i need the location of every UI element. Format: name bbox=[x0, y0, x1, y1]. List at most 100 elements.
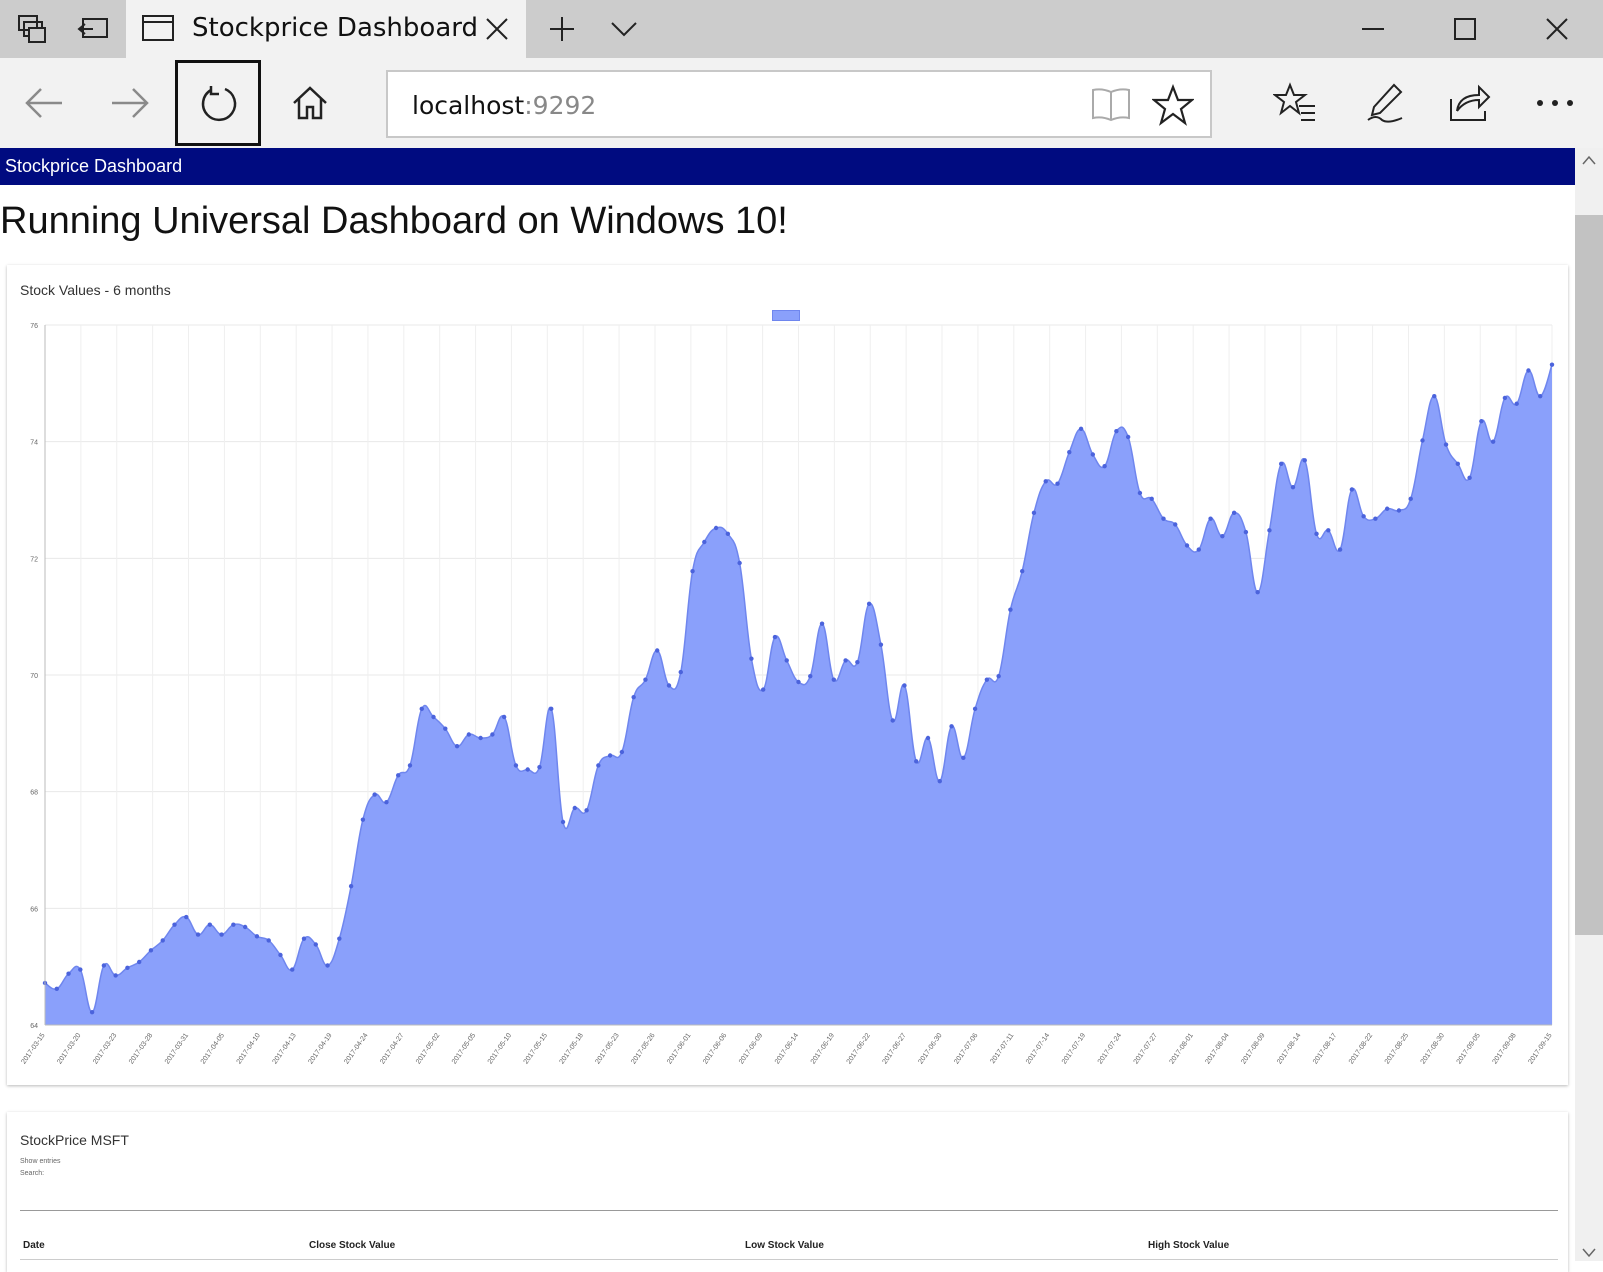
column-header-close[interactable]: Close Stock Value bbox=[309, 1240, 395, 1251]
data-point bbox=[1396, 508, 1402, 513]
scroll-up-icon[interactable] bbox=[1582, 152, 1596, 170]
x-tick-label: 2017-08-17 bbox=[1312, 1032, 1338, 1065]
data-point bbox=[961, 755, 966, 761]
data-point bbox=[1208, 516, 1213, 521]
data-point bbox=[1384, 506, 1390, 511]
data-point bbox=[1196, 547, 1201, 552]
data-point bbox=[136, 959, 142, 965]
data-point bbox=[1349, 487, 1355, 492]
url-input[interactable]: localhost:9292 bbox=[386, 70, 1212, 138]
data-point bbox=[549, 706, 554, 712]
x-tick-label: 2017-09-08 bbox=[1491, 1032, 1517, 1065]
chart-card: Stock Values - 6 months 64 66 68 70 72 74 76 20… bbox=[7, 265, 1568, 1085]
data-point bbox=[878, 642, 884, 647]
data-point bbox=[501, 714, 507, 720]
column-header-date[interactable]: Date bbox=[23, 1240, 45, 1251]
y-tick-label: 64 bbox=[30, 1023, 38, 1030]
x-tick-label: 2017-06-30 bbox=[917, 1032, 943, 1065]
tab-manager-icon[interactable] bbox=[10, 0, 54, 58]
table-header-divider bbox=[20, 1259, 1558, 1260]
search-label: Search: bbox=[20, 1170, 45, 1177]
x-tick-label: 2017-05-23 bbox=[594, 1032, 620, 1065]
data-point bbox=[1420, 438, 1425, 443]
back-arrow-icon[interactable] bbox=[20, 58, 68, 148]
data-point bbox=[560, 819, 566, 825]
x-tick-label: 2017-04-19 bbox=[307, 1032, 333, 1065]
scrollbar-thumb[interactable] bbox=[1575, 215, 1603, 935]
data-point bbox=[266, 938, 271, 943]
y-tick-label: 74 bbox=[30, 440, 38, 447]
data-point bbox=[478, 735, 483, 741]
data-point bbox=[490, 732, 495, 737]
data-point bbox=[525, 767, 530, 772]
refresh-button[interactable] bbox=[175, 60, 261, 146]
column-header-low[interactable]: Low Stock Value bbox=[745, 1240, 824, 1251]
data-point bbox=[914, 759, 919, 764]
data-point bbox=[1538, 393, 1543, 399]
navbar-title[interactable]: Stockprice Dashboard bbox=[5, 156, 182, 177]
favorites-hub-icon[interactable] bbox=[1270, 58, 1320, 148]
data-point bbox=[1078, 426, 1084, 432]
page-tab-icon bbox=[142, 14, 174, 47]
data-point bbox=[443, 726, 448, 731]
minimize-icon[interactable] bbox=[1348, 0, 1398, 58]
data-point bbox=[1455, 461, 1461, 467]
data-point bbox=[631, 694, 636, 700]
data-point bbox=[1161, 516, 1166, 521]
scroll-down-icon[interactable] bbox=[1582, 1245, 1596, 1263]
close-window-icon[interactable] bbox=[1532, 0, 1582, 58]
data-point bbox=[184, 914, 189, 920]
x-tick-label: 2017-04-27 bbox=[379, 1032, 405, 1065]
x-tick-label: 2017-03-28 bbox=[128, 1032, 154, 1065]
data-point bbox=[1408, 496, 1413, 502]
data-point bbox=[1314, 531, 1319, 537]
data-point bbox=[125, 965, 130, 971]
forward-arrow-icon[interactable] bbox=[106, 58, 154, 148]
tab-preview-chevron-down-icon[interactable] bbox=[602, 0, 646, 58]
data-point bbox=[784, 658, 789, 663]
share-icon[interactable] bbox=[1444, 58, 1494, 148]
web-note-pen-icon[interactable] bbox=[1360, 58, 1410, 148]
favorite-star-icon[interactable] bbox=[1150, 83, 1196, 131]
column-header-high[interactable]: High Stock Value bbox=[1148, 1240, 1229, 1251]
data-point bbox=[219, 932, 224, 937]
data-point bbox=[290, 967, 295, 972]
maximize-icon[interactable] bbox=[1440, 0, 1490, 58]
data-point bbox=[360, 817, 366, 822]
x-tick-label: 2017-06-01 bbox=[666, 1032, 692, 1065]
x-tick-label: 2017-07-27 bbox=[1133, 1032, 1159, 1065]
x-tick-label: 2017-04-13 bbox=[272, 1032, 298, 1065]
x-tick-label: 2017-05-15 bbox=[523, 1032, 549, 1065]
stock-values-chart: 64 66 68 70 72 74 76 2017-03-15 2017-03-20 2017-0… bbox=[20, 323, 1555, 1065]
data-point bbox=[937, 778, 942, 784]
set-aside-tabs-icon[interactable] bbox=[72, 0, 116, 58]
x-tick-label: 2017-05-05 bbox=[451, 1032, 477, 1065]
data-point bbox=[1361, 514, 1366, 519]
refresh-icon bbox=[199, 84, 239, 129]
new-tab-icon[interactable] bbox=[540, 0, 584, 58]
data-point bbox=[1290, 484, 1296, 490]
data-point bbox=[1549, 362, 1555, 367]
more-options-icon[interactable] bbox=[1530, 58, 1580, 148]
x-tick-label: 2017-09-05 bbox=[1456, 1032, 1482, 1065]
data-point bbox=[902, 683, 907, 688]
x-tick-label: 2017-09-15 bbox=[1527, 1032, 1553, 1065]
close-tab-icon[interactable] bbox=[484, 16, 510, 47]
browser-tab-bar: Stockprice Dashboard bbox=[0, 0, 1603, 58]
tab-title: Stockprice Dashboard bbox=[192, 13, 478, 43]
y-tick-label: 72 bbox=[30, 556, 38, 563]
home-icon[interactable] bbox=[286, 58, 334, 148]
data-point bbox=[760, 687, 766, 692]
data-point bbox=[1443, 442, 1449, 447]
data-point bbox=[431, 714, 436, 720]
search-input[interactable] bbox=[20, 1182, 1558, 1210]
reading-view-icon[interactable] bbox=[1090, 86, 1132, 129]
data-point bbox=[89, 1009, 95, 1015]
tab-stockprice-dashboard[interactable]: Stockprice Dashboard bbox=[126, 0, 526, 58]
x-tick-label: 2017-06-19 bbox=[810, 1032, 836, 1065]
data-point bbox=[831, 677, 837, 682]
data-point bbox=[1231, 510, 1237, 516]
data-point bbox=[1019, 568, 1025, 574]
show-entries-label[interactable]: Show entries bbox=[20, 1158, 60, 1165]
data-point bbox=[607, 753, 613, 758]
